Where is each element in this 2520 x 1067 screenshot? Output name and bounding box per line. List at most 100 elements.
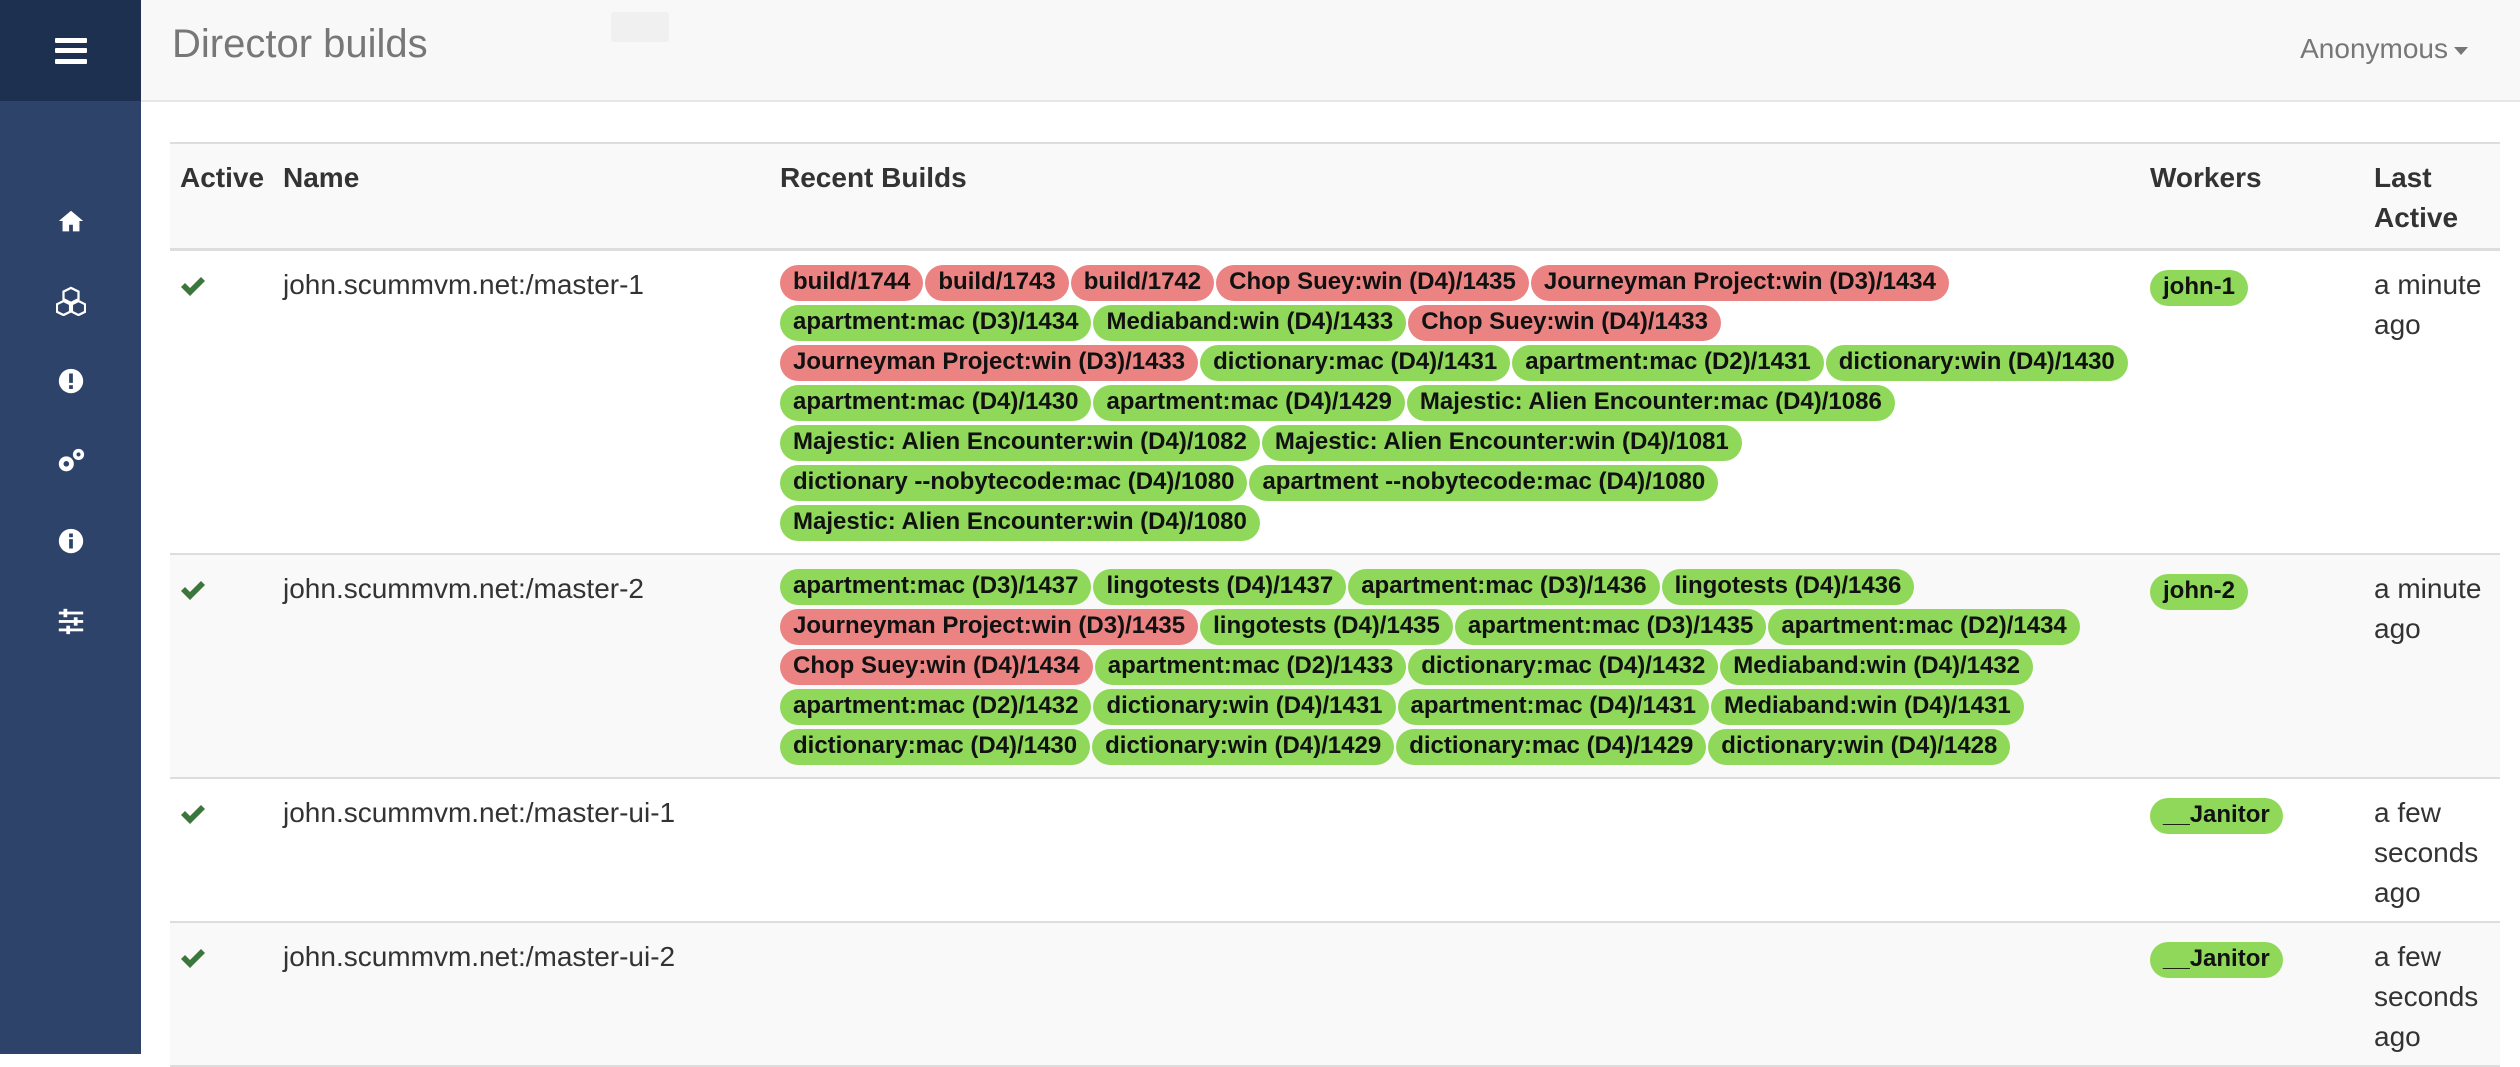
build-badge[interactable]: apartment:mac (D3)/1436 bbox=[1348, 569, 1660, 605]
build-badge[interactable]: apartment:mac (D2)/1432 bbox=[780, 689, 1092, 725]
checkmark-icon bbox=[181, 277, 205, 296]
last-active-cell: a few seconds ago bbox=[2364, 922, 2500, 1067]
build-badge[interactable]: apartment:mac (D2)/1433 bbox=[1094, 649, 1407, 685]
sidebar-item-home[interactable] bbox=[0, 181, 141, 261]
table-header-row: Active Name Recent Builds Workers Last A… bbox=[170, 143, 2500, 250]
workers-cell: john-1 bbox=[2140, 249, 2364, 555]
worker-badge[interactable]: john-1 bbox=[2150, 270, 2248, 306]
user-name: Anonymous bbox=[2300, 33, 2448, 64]
workers-cell: __Janitor bbox=[2140, 922, 2364, 1067]
worker-badge[interactable]: __Janitor bbox=[2150, 798, 2283, 834]
build-badge[interactable]: Journeyman Project:win (D3)/1434 bbox=[1530, 265, 1949, 301]
sidebar-item-about[interactable] bbox=[0, 501, 141, 581]
build-badge[interactable]: apartment:mac (D4)/1431 bbox=[1397, 689, 1709, 725]
builder-name[interactable]: john.scummvm.net:/master-2 bbox=[273, 554, 770, 779]
column-header-last-active[interactable]: Last Active bbox=[2364, 143, 2500, 250]
column-header-active[interactable]: Active bbox=[170, 143, 273, 250]
user-menu[interactable]: Anonymous bbox=[2300, 33, 2468, 65]
build-badge[interactable]: build/1743 bbox=[925, 265, 1069, 301]
table-row: john.scummvm.net:/master-1 build/1744 buil… bbox=[170, 249, 2500, 555]
active-cell bbox=[170, 554, 273, 779]
table-body: john.scummvm.net:/master-1 build/1744 buil… bbox=[170, 249, 2500, 1067]
sidebar-item-settings[interactable] bbox=[0, 581, 141, 661]
build-badge[interactable]: apartment:mac (D2)/1434 bbox=[1768, 609, 2080, 645]
build-badge[interactable]: apartment:mac (D3)/1435 bbox=[1454, 609, 1767, 645]
build-badge[interactable]: Majestic: Alien Encounter:win (D4)/1081 bbox=[1261, 425, 1742, 461]
build-badge[interactable]: dictionary:mac (D4)/1432 bbox=[1408, 649, 1719, 685]
build-badge[interactable]: Chop Suey:win (D4)/1435 bbox=[1216, 265, 1529, 301]
build-badge[interactable]: build/1742 bbox=[1070, 265, 1215, 301]
build-badge[interactable]: apartment --nobytecode:mac (D4)/1080 bbox=[1249, 465, 1719, 501]
gears-icon bbox=[58, 448, 84, 472]
builder-name[interactable]: john.scummvm.net:/master-1 bbox=[273, 249, 770, 555]
build-badge[interactable]: lingotests (D4)/1436 bbox=[1661, 569, 1915, 605]
build-badge[interactable]: dictionary --nobytecode:mac (D4)/1080 bbox=[780, 465, 1248, 501]
home-icon bbox=[58, 210, 83, 232]
table-row: john.scummvm.net:/master-2 apartment:mac … bbox=[170, 554, 2500, 779]
build-badge[interactable]: Majestic: Alien Encounter:win (D4)/1082 bbox=[780, 425, 1260, 461]
table-row: john.scummvm.net:/master-ui-1 __Janitor a … bbox=[170, 778, 2500, 923]
active-cell bbox=[170, 778, 273, 923]
cubes-icon bbox=[55, 286, 86, 316]
sidebar-item-workers[interactable] bbox=[0, 421, 141, 501]
build-badge[interactable]: build/1744 bbox=[780, 265, 924, 301]
build-badge[interactable]: Mediaband:win (D4)/1431 bbox=[1710, 689, 2024, 725]
caret-down-icon bbox=[2454, 47, 2468, 55]
info-icon bbox=[58, 528, 83, 554]
build-badge[interactable]: dictionary:win (D4)/1429 bbox=[1092, 729, 1395, 765]
checkmark-icon bbox=[181, 805, 205, 824]
exclamation-icon bbox=[58, 368, 83, 394]
sidebar-item-alerts[interactable] bbox=[0, 341, 141, 421]
sidebar-header bbox=[0, 0, 141, 101]
build-badge[interactable]: Mediaband:win (D4)/1432 bbox=[1720, 649, 2034, 685]
workers-cell: __Janitor bbox=[2140, 778, 2364, 923]
build-badge[interactable]: apartment:mac (D4)/1429 bbox=[1093, 385, 1405, 421]
sliders-icon bbox=[58, 608, 83, 635]
build-badge[interactable]: Majestic: Alien Encounter:win (D4)/1080 bbox=[780, 505, 1260, 541]
builders-table: Active Name Recent Builds Workers Last A… bbox=[170, 142, 2500, 1067]
build-badge[interactable]: dictionary:win (D4)/1431 bbox=[1093, 689, 1396, 725]
build-badge[interactable]: lingotests (D4)/1437 bbox=[1093, 569, 1347, 605]
sidebar bbox=[0, 0, 141, 1054]
build-badge[interactable]: apartment:mac (D3)/1434 bbox=[780, 305, 1092, 341]
builder-name[interactable]: john.scummvm.net:/master-ui-2 bbox=[273, 922, 770, 1067]
last-active-cell: a minute ago bbox=[2364, 249, 2500, 555]
build-badge[interactable]: apartment:mac (D2)/1431 bbox=[1512, 345, 1824, 381]
top-navbar: Director builds Anonymous bbox=[141, 0, 2520, 102]
build-badge[interactable]: Majestic: Alien Encounter:mac (D4)/1086 bbox=[1406, 385, 1895, 421]
column-header-recent-builds[interactable]: Recent Builds bbox=[770, 143, 2140, 250]
column-header-name[interactable]: Name bbox=[273, 143, 770, 250]
build-badge[interactable]: dictionary:mac (D4)/1429 bbox=[1396, 729, 1707, 765]
build-badge[interactable]: Journeyman Project:win (D3)/1433 bbox=[780, 345, 1199, 381]
last-active-cell: a few seconds ago bbox=[2364, 778, 2500, 923]
active-cell bbox=[170, 922, 273, 1067]
recent-builds-cell: build/1744 build/1743 build/1742 Chop Suey:… bbox=[770, 249, 2140, 555]
build-badge[interactable]: lingotests (D4)/1435 bbox=[1200, 609, 1453, 645]
last-active-cell: a minute ago bbox=[2364, 554, 2500, 779]
build-badge[interactable]: dictionary:win (D4)/1428 bbox=[1708, 729, 2011, 765]
title-placeholder-box bbox=[611, 12, 669, 42]
build-badge[interactable]: Chop Suey:win (D4)/1434 bbox=[780, 649, 1093, 685]
build-badge[interactable]: dictionary:mac (D4)/1430 bbox=[780, 729, 1091, 765]
hamburger-menu-icon[interactable] bbox=[54, 37, 87, 64]
build-badge[interactable]: Journeyman Project:win (D3)/1435 bbox=[780, 609, 1199, 645]
checkmark-icon bbox=[181, 581, 205, 600]
build-badge[interactable]: dictionary:win (D4)/1430 bbox=[1825, 345, 2128, 381]
builders-table-container: Active Name Recent Builds Workers Last A… bbox=[170, 142, 2500, 1067]
checkmark-icon bbox=[181, 949, 205, 968]
build-badge[interactable]: apartment:mac (D4)/1430 bbox=[780, 385, 1092, 421]
worker-badge[interactable]: john-2 bbox=[2150, 574, 2248, 610]
build-badge[interactable]: apartment:mac (D3)/1437 bbox=[780, 569, 1092, 605]
build-badge[interactable]: Mediaband:win (D4)/1433 bbox=[1093, 305, 1407, 341]
build-badge[interactable]: dictionary:mac (D4)/1431 bbox=[1200, 345, 1511, 381]
worker-badge[interactable]: __Janitor bbox=[2150, 942, 2283, 978]
column-header-workers[interactable]: Workers bbox=[2140, 143, 2364, 250]
sidebar-item-builders[interactable] bbox=[0, 261, 141, 341]
active-cell bbox=[170, 249, 273, 555]
builder-name[interactable]: john.scummvm.net:/master-ui-1 bbox=[273, 778, 770, 923]
recent-builds-cell bbox=[770, 778, 2140, 923]
sidebar-nav bbox=[0, 181, 141, 661]
recent-builds-cell: apartment:mac (D3)/1437 lingotests (D4)/1… bbox=[770, 554, 2140, 779]
table-row: john.scummvm.net:/master-ui-2 __Janitor a … bbox=[170, 922, 2500, 1067]
build-badge[interactable]: Chop Suey:win (D4)/1433 bbox=[1408, 305, 1721, 341]
